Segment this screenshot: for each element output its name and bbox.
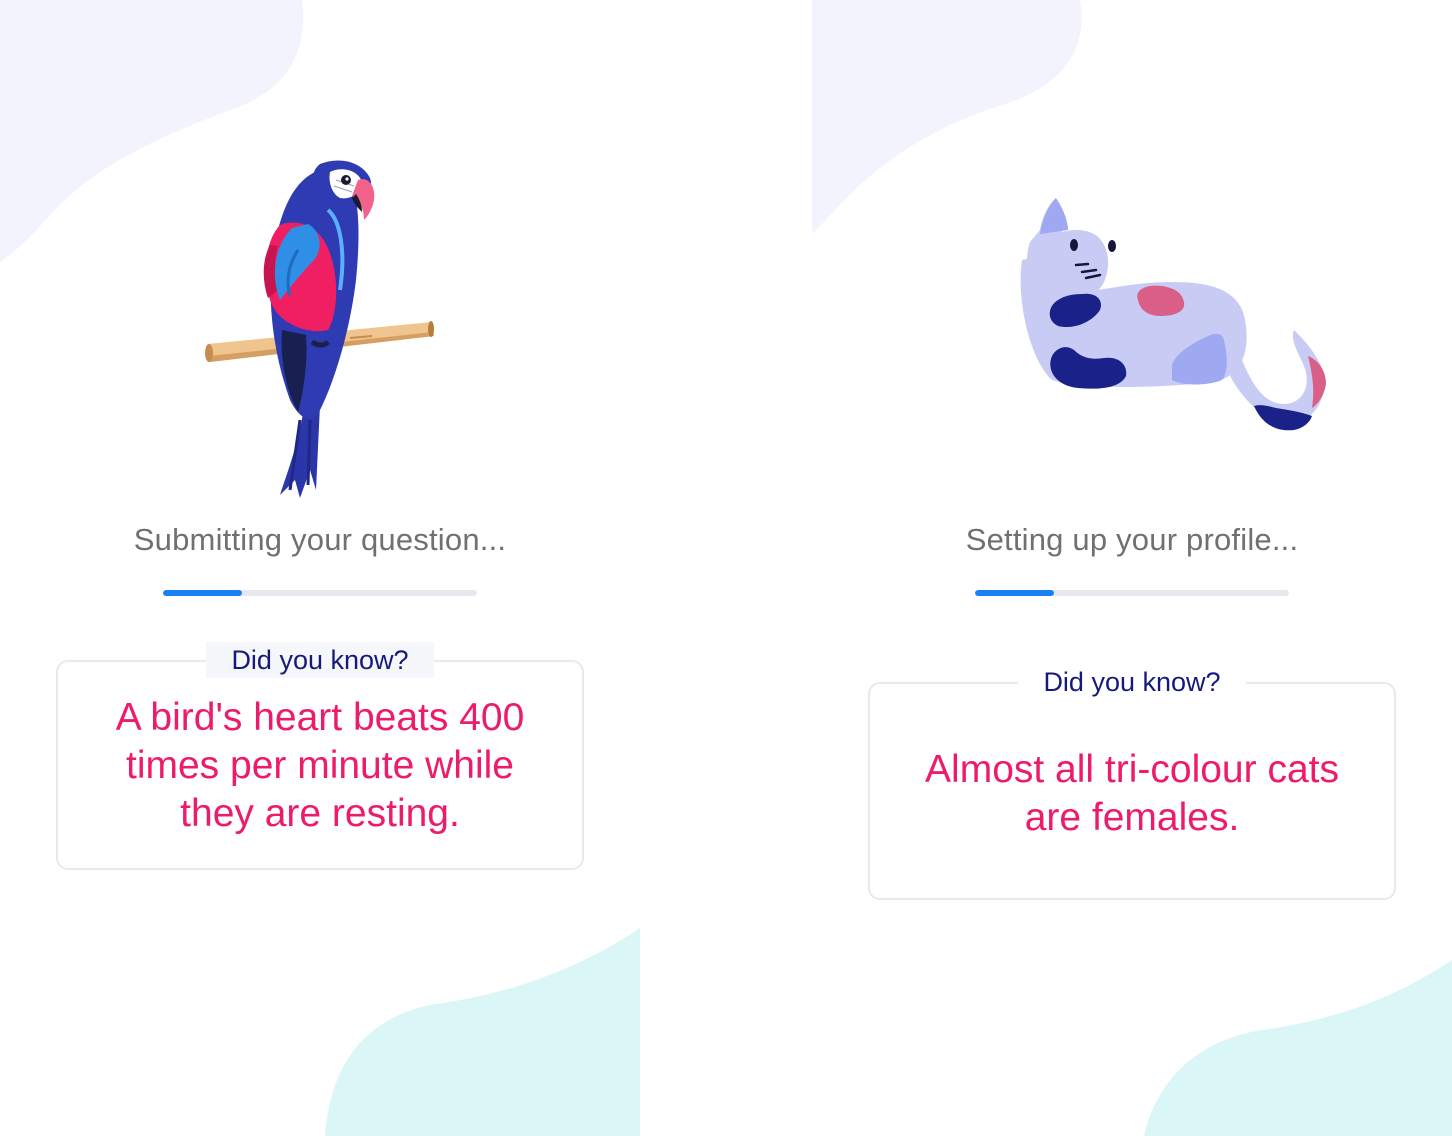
loading-screen-question: Submitting your question... Did you know… [0, 0, 640, 1136]
fact-line: times per minute while [126, 744, 514, 787]
fact-line: Almost all tri-colour cats [925, 748, 1339, 791]
status-text: Setting up your profile... [965, 522, 1299, 557]
progress-bar-fill [163, 590, 242, 596]
fact-line: they are resting. [180, 792, 460, 835]
background-blobs [812, 0, 1452, 1136]
progress-bar [975, 590, 1289, 596]
fact-line: are females. [1024, 796, 1240, 839]
fact-heading: Did you know? [1018, 664, 1246, 700]
cat-illustration [1020, 198, 1326, 431]
fact-card: Did you know? A bird's heart beats 400 t… [56, 642, 584, 870]
status-text: Submitting your question... [133, 522, 507, 557]
stage: Submitting your question... Did you know… [0, 0, 1452, 1136]
fact-line: A bird's heart beats 400 [115, 696, 525, 739]
progress-bar [163, 590, 477, 596]
fact-card: Did you know? Almost all tri-colour cats… [868, 664, 1396, 900]
fact-text: A bird's heart beats 400 times per minut… [58, 694, 582, 838]
loading-screen-profile: Setting up your profile... Did you know?… [812, 0, 1452, 1136]
progress-bar-fill [975, 590, 1054, 596]
fact-text: Almost all tri-colour cats are females. [870, 746, 1394, 842]
parrot-illustration [205, 160, 434, 498]
fact-heading: Did you know? [206, 642, 434, 678]
